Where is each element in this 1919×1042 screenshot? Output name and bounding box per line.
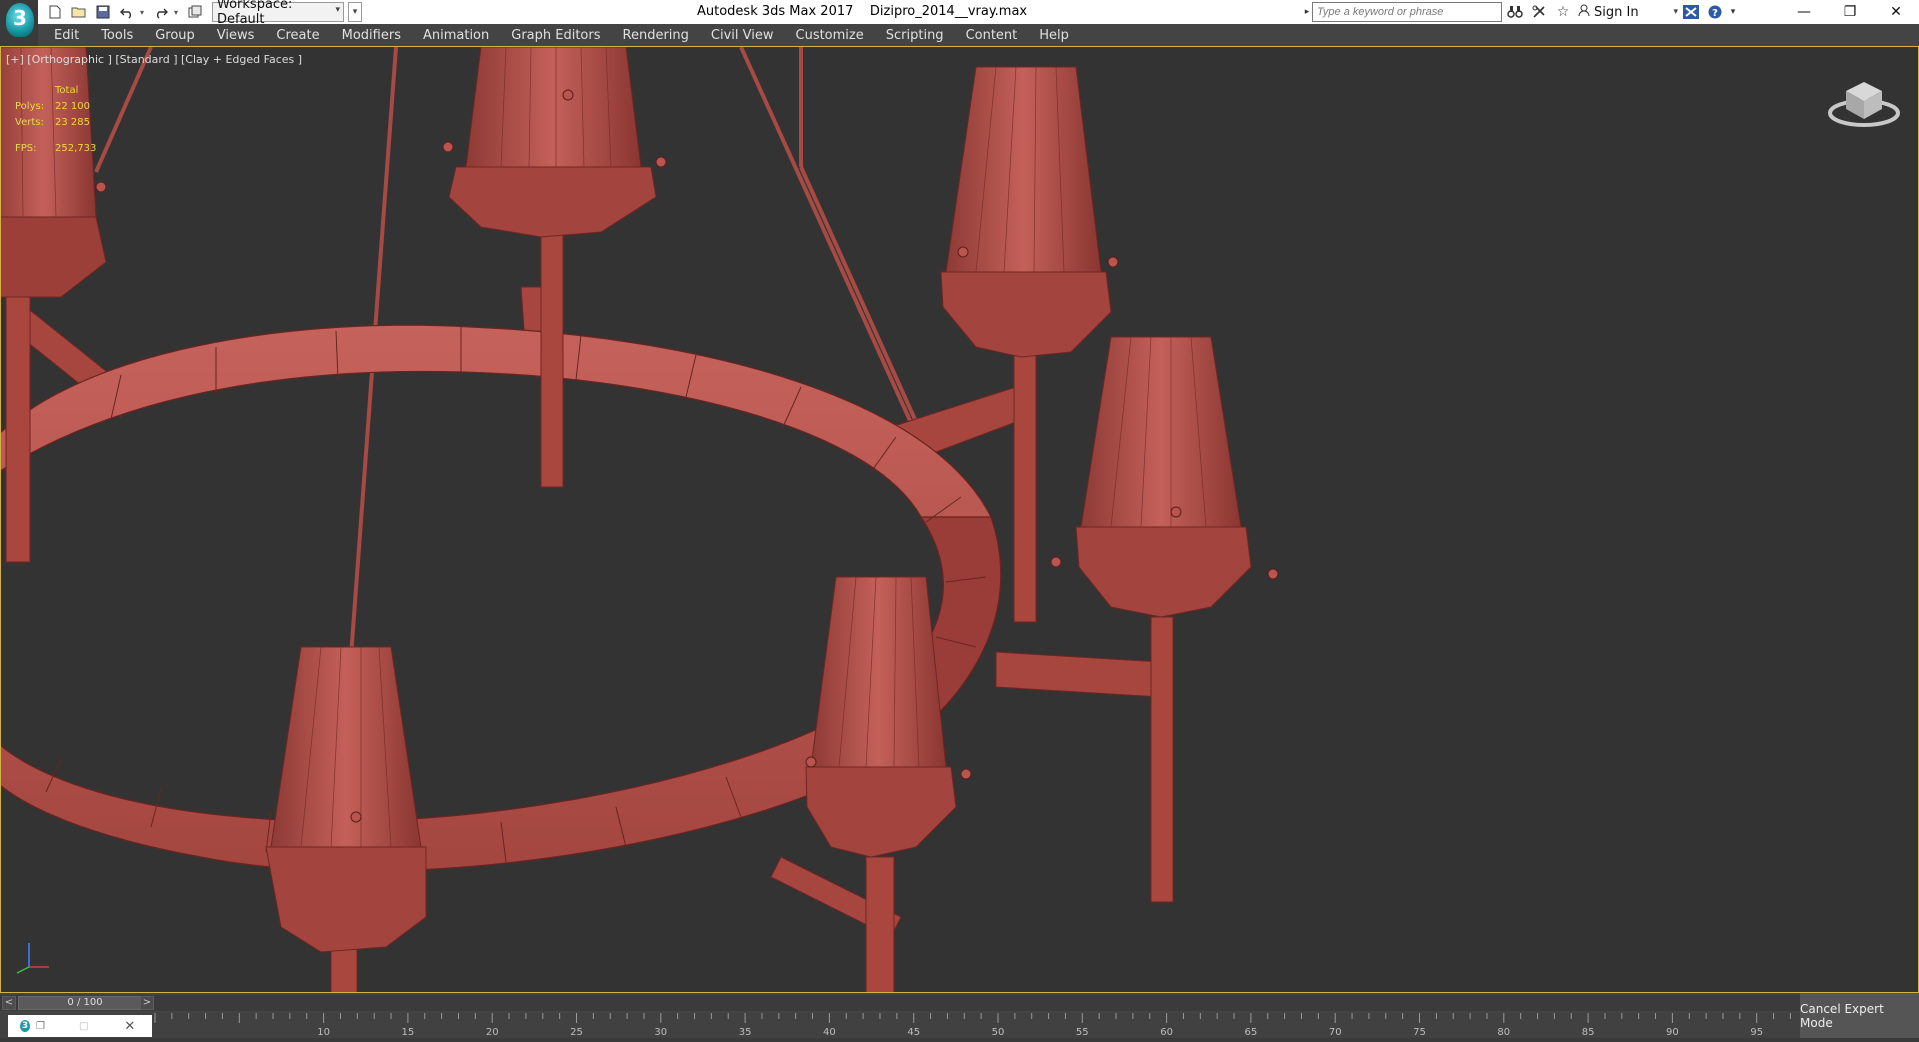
maxscript-icon: 3 — [20, 1020, 30, 1032]
user-icon — [1578, 4, 1590, 20]
app-name: Autodesk 3ds Max 2017 — [697, 4, 854, 19]
track-bar[interactable]: 10 15 20 25 30 35 40 45 50 55 60 65 70 75 80 85 90 95 — [0, 1013, 1800, 1038]
time-slider[interactable]: < 0 / 100 > — [0, 995, 1919, 1011]
window-controls: — ❐ ✕ — [1781, 0, 1919, 24]
communication-center-icon[interactable] — [1528, 1, 1550, 23]
redo-dropdown-icon[interactable]: ▾ — [174, 8, 182, 17]
perspective-viewport[interactable]: [+] [Orthographic ] [Standard ] [Clay + … — [0, 46, 1919, 993]
menu-views[interactable]: Views — [217, 28, 255, 43]
maxscript-listener[interactable]: 3 ❐ □ ✕ — [8, 1015, 152, 1037]
timeline-tick-label: 80 — [1497, 1027, 1510, 1038]
quick-access-toolbar: ▾ ▾ Workspace: Default ▾ ▾ — [44, 0, 362, 27]
timeline-tick-label: 60 — [1160, 1027, 1173, 1038]
timeline-tick-label: 25 — [570, 1027, 583, 1038]
statistics-overlay: Total Polys: 22 100 Verts: 23 285 FPS: 252,… — [15, 83, 96, 157]
polys-label: Polys: — [15, 101, 45, 112]
timeline-tick-label: 85 — [1582, 1027, 1595, 1038]
chevron-down-icon: ▾ — [335, 5, 340, 15]
timeline-tick-label: 15 — [402, 1027, 415, 1038]
timeline-tick-label: 65 — [1245, 1027, 1258, 1038]
timeline-tick-label: 90 — [1666, 1027, 1679, 1038]
viewport-label-menu[interactable]: [+] [Orthographic ] [Standard ] [Clay + … — [6, 53, 302, 66]
timeline-tick-label: 70 — [1329, 1027, 1342, 1038]
title-bar: 3 ▾ ▾ Workspace: Default ▾ ▾ Autodesk 3d… — [0, 0, 1919, 46]
menu-civil-view[interactable]: Civil View — [711, 28, 774, 43]
fps-value: 252,733 — [55, 143, 97, 154]
axis-tripod-icon — [9, 937, 53, 977]
svg-text:?: ? — [1712, 8, 1718, 19]
verts-value: 23 285 — [55, 117, 90, 128]
window-title: Autodesk 3ds Max 2017 Dizipro_2014__vray… — [697, 4, 1027, 19]
restore-button[interactable]: ❐ — [1827, 0, 1873, 24]
timeline-tick-label: 30 — [654, 1027, 667, 1038]
timeline-tick-label: 20 — [486, 1027, 499, 1038]
prev-frame-button[interactable]: < — [2, 996, 16, 1010]
timeline-tick-label: 55 — [1076, 1027, 1089, 1038]
timeline-panel: < 0 / 100 > 10 15 20 25 30 35 40 45 50 55 60 65 70 75… — [0, 993, 1919, 1038]
menu-animation[interactable]: Animation — [423, 28, 489, 43]
close-listener-icon[interactable]: ✕ — [124, 1019, 135, 1034]
binoculars-icon[interactable] — [1504, 1, 1526, 23]
menu-graph-editors[interactable]: Graph Editors — [511, 28, 600, 43]
timeline-tick-label: 50 — [992, 1027, 1005, 1038]
favorites-star-icon[interactable]: ☆ — [1552, 1, 1574, 23]
chevron-down-icon: ▾ — [1673, 7, 1678, 17]
blank-icon: □ — [78, 1020, 89, 1032]
open-icon[interactable] — [68, 1, 90, 23]
workspace-label: Workspace: Default — [217, 0, 293, 27]
window-stack-icon[interactable]: ❐ — [36, 1021, 45, 1032]
undo-dropdown-icon[interactable]: ▾ — [140, 8, 148, 17]
menu-tools[interactable]: Tools — [101, 28, 133, 43]
help-icon[interactable]: ? — [1704, 1, 1726, 23]
chandelier-model[interactable] — [1, 47, 1918, 992]
time-slider-thumb[interactable]: 0 / 100 — [18, 996, 152, 1010]
menu-customize[interactable]: Customize — [796, 28, 864, 43]
timeline-tick-label: 35 — [739, 1027, 752, 1038]
file-name: Dizipro_2014__vray.max — [869, 4, 1028, 19]
verts-label: Verts: — [15, 117, 44, 128]
menu-content[interactable]: Content — [966, 28, 1018, 43]
fps-label: FPS: — [15, 143, 37, 154]
close-button[interactable]: ✕ — [1873, 0, 1919, 24]
next-frame-button[interactable]: > — [140, 996, 154, 1010]
polys-value: 22 100 — [55, 101, 90, 112]
sign-in-label: Sign In — [1594, 4, 1639, 20]
new-icon[interactable] — [44, 1, 66, 23]
menu-rendering[interactable]: Rendering — [623, 28, 689, 43]
infocenter: ▸ ☆ Sign In ▾ ? ▾ — [1300, 0, 1738, 24]
menu-help[interactable]: Help — [1039, 28, 1069, 43]
viewcube-icon[interactable] — [1827, 77, 1901, 133]
menu-create[interactable]: Create — [276, 28, 319, 43]
workspace-dropdown[interactable]: Workspace: Default ▾ — [212, 0, 344, 27]
sign-in-button[interactable]: Sign In ▾ — [1578, 4, 1678, 20]
exchange-apps-icon[interactable] — [1680, 1, 1702, 23]
workspace-options-icon[interactable]: ▾ — [348, 2, 362, 22]
redo-icon[interactable] — [150, 1, 172, 23]
app-menu-button[interactable]: 3 — [0, 0, 38, 46]
menu-group[interactable]: Group — [155, 28, 195, 43]
timeline-tick-label: 75 — [1413, 1027, 1426, 1038]
project-icon[interactable] — [184, 1, 206, 23]
timeline-tick-label: 40 — [823, 1027, 836, 1038]
stats-header: Total — [55, 85, 79, 96]
timeline-tick-label: 95 — [1750, 1027, 1763, 1038]
timeline-tick-label: 45 — [907, 1027, 920, 1038]
app-logo-icon: 3 — [6, 3, 34, 37]
chevron-down-icon[interactable]: ▾ — [1728, 1, 1738, 23]
menu-modifiers[interactable]: Modifiers — [342, 28, 401, 43]
track-ruler: 10 15 20 25 30 35 40 45 50 55 60 65 70 75 80 85 90 95 — [154, 1013, 1791, 1038]
timeline-tick-label: 10 — [317, 1027, 330, 1038]
search-input[interactable] — [1312, 2, 1502, 22]
undo-icon[interactable] — [116, 1, 138, 23]
chevron-right-icon[interactable]: ▸ — [1302, 1, 1312, 23]
menu-edit[interactable]: Edit — [54, 28, 79, 43]
minimize-button[interactable]: — — [1781, 0, 1827, 24]
save-icon[interactable] — [92, 1, 114, 23]
cancel-expert-mode-button[interactable]: Cancel Expert Mode — [1800, 993, 1919, 1038]
menu-scripting[interactable]: Scripting — [886, 28, 944, 43]
menu-bar: Edit Tools Group Views Create Modifiers … — [38, 24, 1919, 46]
